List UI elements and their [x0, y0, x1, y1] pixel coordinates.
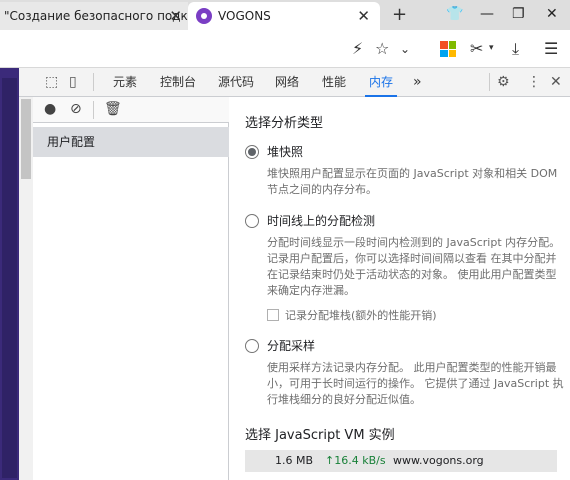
- tab-title: VOGONS: [218, 9, 271, 23]
- read-aloud-icon[interactable]: ⚡: [352, 39, 363, 58]
- tab-sources[interactable]: 源代码: [218, 68, 254, 97]
- tab-title: "Создание безопасного подклю: [4, 9, 188, 23]
- option-description: 分配时间线显示一段时间内检测到的 JavaScript 内存分配。 记录用户配置…: [267, 236, 561, 297]
- radio-button[interactable]: [245, 338, 259, 353]
- tab-strip: "Создание безопасного подклю ✕ VOGONS ✕ …: [0, 0, 570, 30]
- devtools-tabbar: ⬚ ▯ 元素 控制台 源代码 网络 性能 内存 » ⚙ ⋮ ✕: [19, 68, 570, 97]
- tab-active[interactable]: VOGONS ✕: [188, 2, 380, 30]
- trash-icon[interactable]: 🗑: [104, 101, 122, 117]
- more-tabs-button[interactable]: »: [413, 68, 422, 97]
- checkbox[interactable]: [267, 309, 279, 321]
- tab-network[interactable]: 网络: [275, 68, 299, 97]
- option-allocation-timeline[interactable]: 时间线上的分配检测: [245, 212, 570, 229]
- chevron-down-icon[interactable]: ⌄: [400, 42, 410, 56]
- vm-heading: 选择 JavaScript VM 实例: [245, 428, 395, 443]
- page-content-edge: [0, 68, 19, 480]
- profile-toolbar: ● ⊘ 🗑: [33, 97, 229, 123]
- option-label: 时间线上的分配检测: [267, 214, 376, 228]
- tab-inactive[interactable]: "Создание безопасного подклю ✕: [0, 2, 188, 30]
- option-label: 分配采样: [267, 339, 316, 353]
- close-icon[interactable]: ✕: [169, 7, 182, 25]
- vm-instance-row[interactable]: 1.6 MB ↑16.4 kB/s www.vogons.org: [245, 450, 557, 472]
- tab-elements[interactable]: 元素: [113, 68, 137, 97]
- downloads-icon[interactable]: ⤓: [512, 39, 519, 59]
- close-icon[interactable]: ✕: [357, 7, 370, 25]
- maximize-button[interactable]: ❐: [512, 6, 525, 22]
- settings-gear-icon[interactable]: ⚙: [497, 74, 510, 90]
- close-devtools-icon[interactable]: ✕: [550, 74, 562, 90]
- memory-launcher: 选择分析类型 堆快照 堆快照用户配置显示在页面的 JavaScript 对象和相…: [230, 97, 570, 480]
- caret-down-icon[interactable]: ▾: [489, 43, 494, 53]
- web-capture-icon[interactable]: ✂: [470, 39, 483, 58]
- profiles-sidebar: ● ⊘ 🗑 用户配置: [19, 97, 229, 480]
- menu-icon[interactable]: ☰: [544, 39, 558, 58]
- option-heap-snapshot[interactable]: 堆快照: [245, 143, 570, 160]
- inspect-icon[interactable]: ⬚: [45, 74, 58, 90]
- tab-memory[interactable]: 内存: [364, 68, 398, 97]
- favorite-star-icon[interactable]: ☆: [375, 39, 389, 58]
- device-toolbar-icon[interactable]: ▯: [69, 74, 77, 90]
- option-description: 使用采样方法记录内存分配。 此用户配置类型的性能开销最小，可用于长时间运行的操作…: [267, 361, 564, 406]
- vm-host: www.vogons.org: [393, 454, 484, 467]
- checkbox-label: 记录分配堆栈(额外的性能开销): [285, 309, 437, 322]
- record-icon[interactable]: ●: [44, 101, 56, 117]
- record-stack-checkbox[interactable]: 记录分配堆栈(额外的性能开销): [267, 307, 570, 323]
- browser-toolbar: ⚡ ☆ ⌄ ✂ ▾ ⤓ ☰: [0, 30, 570, 68]
- option-label: 堆快照: [267, 145, 304, 159]
- new-tab-button[interactable]: +: [392, 4, 407, 25]
- more-options-icon[interactable]: ⋮: [527, 74, 541, 90]
- profile-type-heading: 选择分析类型: [245, 116, 324, 131]
- microsoft-logo-icon[interactable]: [440, 41, 456, 57]
- option-description: 堆快照用户配置显示在页面的 JavaScript 对象和相关 DOM 节点之间的…: [267, 167, 558, 196]
- radio-button[interactable]: [245, 213, 259, 228]
- window-close-button[interactable]: ✕: [546, 6, 558, 22]
- clear-icon[interactable]: ⊘: [70, 101, 82, 117]
- devtools-panel: ⬚ ▯ 元素 控制台 源代码 网络 性能 内存 » ⚙ ⋮ ✕ ● ⊘ 🗑 用户…: [19, 68, 570, 480]
- option-allocation-sampling[interactable]: 分配采样: [245, 337, 570, 354]
- scrollbar[interactable]: [19, 97, 33, 480]
- sidebar-item-profiles[interactable]: 用户配置: [33, 127, 229, 157]
- minimize-button[interactable]: —: [480, 6, 494, 22]
- tab-console[interactable]: 控制台: [160, 68, 196, 97]
- tab-performance[interactable]: 性能: [322, 68, 346, 97]
- tshirt-icon[interactable]: 👕: [446, 6, 463, 22]
- vogons-logo-icon: [196, 8, 212, 24]
- radio-button[interactable]: [245, 144, 259, 159]
- vm-rate: ↑16.4 kB/s: [325, 454, 386, 467]
- vm-heap-size: 1.6 MB: [275, 454, 314, 467]
